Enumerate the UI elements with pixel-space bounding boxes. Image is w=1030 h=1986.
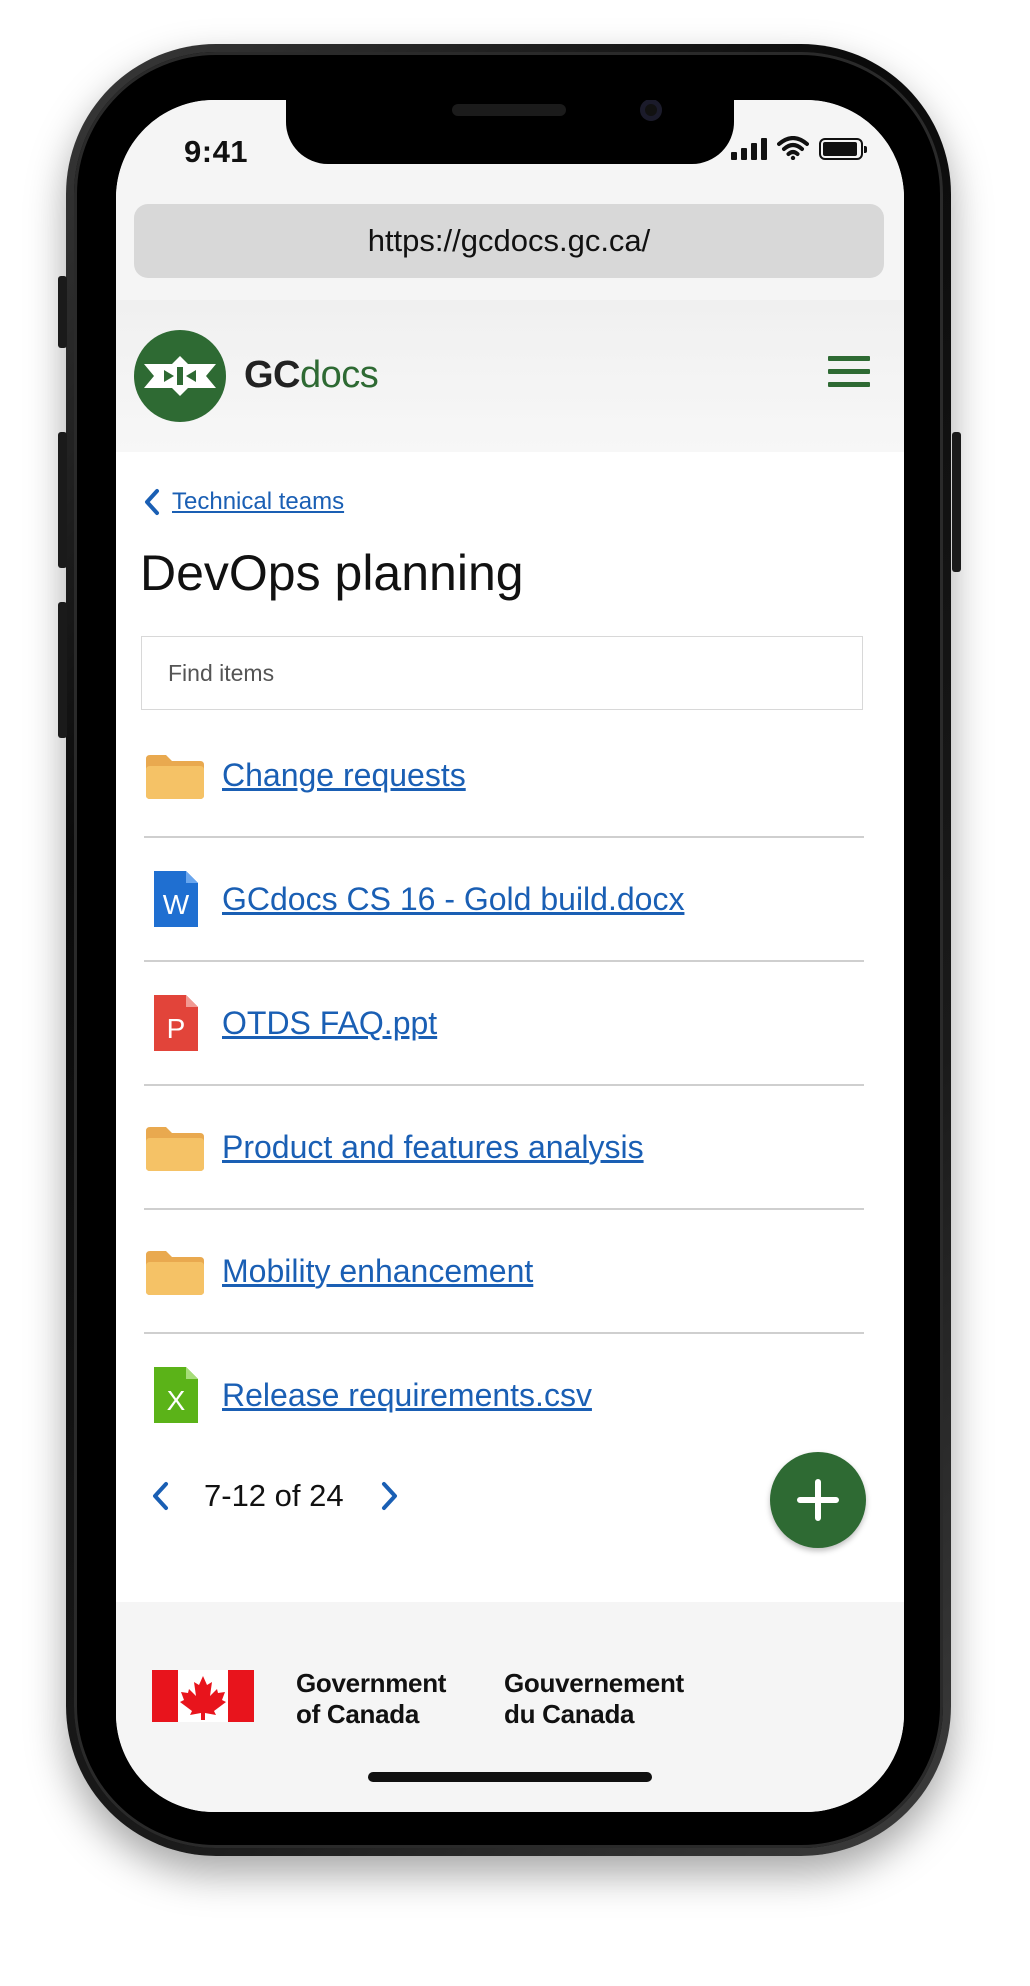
front-camera [640,100,662,121]
site-brand[interactable]: GCdocs [244,354,379,397]
page-title: DevOps planning [140,545,524,601]
list-item[interactable]: Change requests [144,714,864,838]
item-link[interactable]: GCdocs CS 16 - Gold build.docx [222,881,684,918]
item-list: Change requests W GCdocs CS 16 - Gold bu… [144,714,864,1456]
next-page-button[interactable] [374,1474,406,1518]
brand-prefix: GC [244,354,301,396]
power-button [952,432,961,572]
item-link[interactable]: Product and features analysis [222,1129,644,1166]
find-items-input[interactable] [141,636,863,710]
menu-icon[interactable] [828,356,870,398]
breadcrumb-parent-link[interactable]: Technical teams [172,488,344,516]
system-icons [731,136,867,160]
pagination-range: 7-12 of 24 [204,1478,344,1513]
battery-icon [819,138,867,160]
gov-fr-line2: du Canada [504,1699,635,1729]
government-of-canada-wordmark: Government of Canada [296,1668,446,1730]
item-link[interactable]: Change requests [222,757,466,794]
canada-flag-icon [152,1670,254,1722]
folder-icon [146,1127,204,1171]
pagination: 7-12 of 24 [144,1474,406,1518]
notch [286,100,734,164]
previous-page-button[interactable] [144,1474,176,1518]
cellular-signal-icon [731,136,767,160]
chevron-right-icon [381,1482,397,1510]
add-item-button[interactable] [770,1452,866,1548]
excel-doc-icon: X [154,1367,198,1423]
chevron-left-icon[interactable] [144,488,160,516]
silent-switch [58,276,67,348]
site-header: GCdocs [116,300,904,452]
phone-screen: 9:41 https://gcdocs.gc.ca/ GCdocs Techni… [116,100,904,1812]
gov-en-line1: Government [296,1668,447,1698]
list-item[interactable]: X Release requirements.csv [144,1334,864,1456]
list-item[interactable]: P OTDS FAQ.ppt [144,962,864,1086]
powerpoint-doc-icon: P [154,995,198,1051]
speaker-grille [452,104,566,116]
word-doc-icon: W [154,871,198,927]
item-link[interactable]: Release requirements.csv [222,1377,592,1414]
gov-en-line2: of Canada [296,1699,419,1729]
plus-icon [797,1479,839,1521]
gcdocs-logo-icon[interactable] [134,330,226,422]
folder-icon [146,755,204,799]
item-link[interactable]: OTDS FAQ.ppt [222,1005,437,1042]
folder-icon [146,1251,204,1295]
excel-glyph: X [167,1385,186,1416]
chevron-left-icon [153,1482,168,1510]
wifi-icon [777,136,809,160]
url-text: https://gcdocs.gc.ca/ [367,223,651,258]
status-time: 9:41 [184,134,249,169]
status-bar: 9:41 [116,100,904,200]
list-item[interactable]: Product and features analysis [144,1086,864,1210]
brand-suffix: docs [300,354,379,396]
url-bar[interactable]: https://gcdocs.gc.ca/ [134,204,884,278]
word-glyph: W [163,889,190,920]
volume-down-button [58,602,67,738]
powerpoint-glyph: P [167,1013,186,1044]
gov-fr-line1: Gouvernement [504,1668,684,1698]
list-item[interactable]: Mobility enhancement [144,1210,864,1334]
volume-up-button [58,432,67,568]
browser-toolbar: https://gcdocs.gc.ca/ [116,200,904,300]
breadcrumb: Technical teams [144,488,344,516]
main-content: Technical teams DevOps planning Change r… [116,452,904,1602]
list-item[interactable]: W GCdocs CS 16 - Gold build.docx [144,838,864,962]
item-link[interactable]: Mobility enhancement [222,1253,533,1290]
home-indicator[interactable] [368,1772,652,1782]
gouvernement-du-canada-wordmark: Gouvernement du Canada [504,1668,684,1730]
